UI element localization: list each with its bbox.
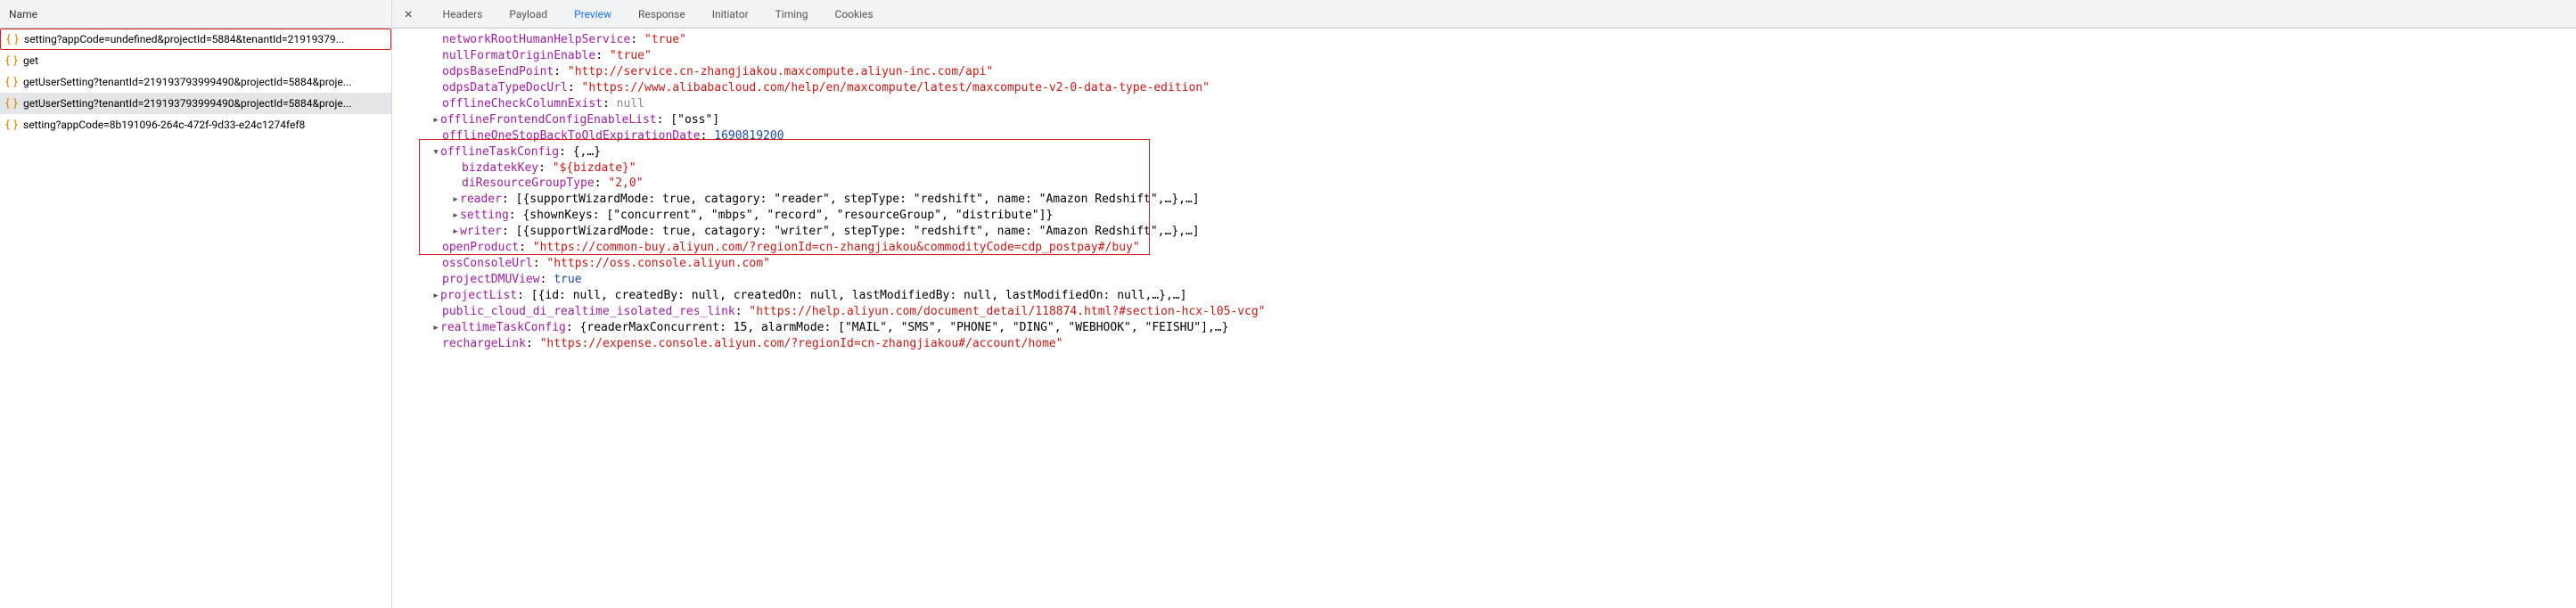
- tab-payload[interactable]: Payload: [505, 1, 551, 28]
- json-value: 2,0: [615, 177, 636, 190]
- json-line[interactable]: bizdatekKey: "${bizdate}": [392, 160, 2576, 177]
- json-line[interactable]: projectDMUView: true: [392, 272, 2576, 288]
- json-line[interactable]: ▸writer: [{supportWizardMode: true, cata…: [392, 224, 2576, 240]
- json-value: [{id: null, createdBy: null, createdOn: …: [531, 289, 1187, 302]
- tabs-row: × Headers Payload Preview Response Initi…: [392, 0, 2576, 29]
- json-braces-icon: [5, 76, 18, 88]
- json-value: https://oss.console.aliyun.com: [554, 257, 763, 270]
- request-name: setting?appCode=undefined&projectId=5884…: [24, 33, 344, 45]
- expand-arrow-icon[interactable]: ▸: [431, 288, 440, 304]
- json-value: ${bizdate}: [560, 161, 629, 175]
- json-value: https://www.alibabacloud.com/help/en/max…: [588, 81, 1202, 94]
- request-row[interactable]: setting?appCode=8b191096-264c-472f-9d33-…: [0, 114, 391, 136]
- expand-arrow-icon[interactable]: ▸: [451, 192, 460, 208]
- response-panel: × Headers Payload Preview Response Initi…: [392, 0, 2576, 608]
- request-row[interactable]: get: [0, 50, 391, 71]
- json-line[interactable]: ▸reader: [{supportWizardMode: true, cata…: [392, 192, 2576, 208]
- request-list: setting?appCode=undefined&projectId=5884…: [0, 29, 391, 136]
- json-line[interactable]: ▸setting: {shownKeys: ["concurrent", "mb…: [392, 208, 2576, 224]
- json-value: ["oss"]: [670, 113, 719, 127]
- json-braces-icon: [5, 97, 18, 110]
- tab-headers[interactable]: Headers: [439, 1, 487, 28]
- json-line[interactable]: ▸realtimeTaskConfig: {readerMaxConcurren…: [392, 320, 2576, 336]
- request-name: getUserSetting?tenantId=219193793999490&…: [23, 97, 351, 110]
- json-line[interactable]: ▸projectList: [{id: null, createdBy: nul…: [392, 288, 2576, 304]
- tab-preview[interactable]: Preview: [570, 1, 615, 28]
- request-row[interactable]: getUserSetting?tenantId=219193793999490&…: [0, 93, 391, 114]
- json-value: {readerMaxConcurrent: 15, alarmMode: ["M…: [580, 321, 1229, 334]
- json-value: true: [554, 273, 581, 286]
- json-line[interactable]: public_cloud_di_realtime_isolated_res_li…: [392, 304, 2576, 320]
- json-value: https://expense.console.aliyun.com/?regi…: [546, 337, 1055, 350]
- json-line[interactable]: offlineCheckColumnExist: null: [392, 96, 2576, 112]
- json-line[interactable]: ▸offlineFrontendConfigEnableList: ["oss"…: [392, 112, 2576, 128]
- expand-arrow-icon[interactable]: ▸: [431, 112, 440, 128]
- json-value: true: [617, 49, 644, 62]
- json-value: null: [617, 97, 644, 111]
- json-value: https://common-buy.aliyun.com/?regionId=…: [540, 241, 1133, 254]
- tab-cookies[interactable]: Cookies: [832, 1, 877, 28]
- close-icon[interactable]: ×: [398, 5, 420, 22]
- json-value: [{supportWizardMode: true, catagory: "re…: [516, 193, 1200, 206]
- json-line[interactable]: openProduct: "https://common-buy.aliyun.…: [392, 240, 2576, 256]
- json-value: 1690819200: [714, 129, 783, 143]
- json-value: {,…}: [573, 145, 601, 159]
- json-line[interactable]: nullFormatOriginEnable: "true": [392, 48, 2576, 64]
- request-name: setting?appCode=8b191096-264c-472f-9d33-…: [23, 119, 305, 131]
- json-value: https://help.aliyun.com/document_detail/…: [756, 305, 1259, 318]
- collapse-arrow-icon[interactable]: ▾: [431, 144, 440, 160]
- json-line[interactable]: odpsBaseEndPoint: "http://service.cn-zha…: [392, 64, 2576, 80]
- tab-initiator[interactable]: Initiator: [709, 1, 752, 28]
- json-line[interactable]: odpsDataTypeDocUrl: "https://www.alibaba…: [392, 80, 2576, 96]
- expand-arrow-icon[interactable]: ▸: [451, 208, 460, 224]
- json-value: {shownKeys: ["concurrent", "mbps", "reco…: [522, 209, 1053, 222]
- expand-arrow-icon[interactable]: ▸: [431, 320, 440, 336]
- json-preview-tree[interactable]: networkRootHumanHelpService: "true" null…: [392, 29, 2576, 352]
- json-line[interactable]: ▾offlineTaskConfig: {,…}: [392, 144, 2576, 160]
- tab-response[interactable]: Response: [635, 1, 689, 28]
- json-value: true: [652, 33, 679, 46]
- json-line[interactable]: rechargeLink: "https://expense.console.a…: [392, 336, 2576, 352]
- json-braces-icon: [5, 54, 18, 67]
- request-name: get: [23, 54, 38, 67]
- request-name: getUserSetting?tenantId=219193793999490&…: [23, 76, 351, 88]
- name-column-header[interactable]: Name: [0, 0, 391, 29]
- request-row[interactable]: getUserSetting?tenantId=219193793999490&…: [0, 71, 391, 93]
- network-requests-panel: Name setting?appCode=undefined&projectId…: [0, 0, 392, 608]
- json-line[interactable]: diResourceGroupType: "2,0": [392, 176, 2576, 192]
- json-line[interactable]: ossConsoleUrl: "https://oss.console.aliy…: [392, 256, 2576, 272]
- json-braces-icon: [6, 33, 19, 45]
- json-line[interactable]: networkRootHumanHelpService: "true": [392, 32, 2576, 48]
- json-value: [{supportWizardMode: true, catagory: "wr…: [516, 225, 1200, 238]
- json-braces-icon: [5, 119, 18, 131]
- expand-arrow-icon[interactable]: ▸: [451, 224, 460, 240]
- tab-timing[interactable]: Timing: [772, 1, 812, 28]
- json-line[interactable]: offlineOneStopBackToOldExpirationDate: 1…: [392, 128, 2576, 144]
- json-value: http://service.cn-zhangjiakou.maxcompute…: [575, 65, 987, 78]
- request-row[interactable]: setting?appCode=undefined&projectId=5884…: [0, 29, 391, 50]
